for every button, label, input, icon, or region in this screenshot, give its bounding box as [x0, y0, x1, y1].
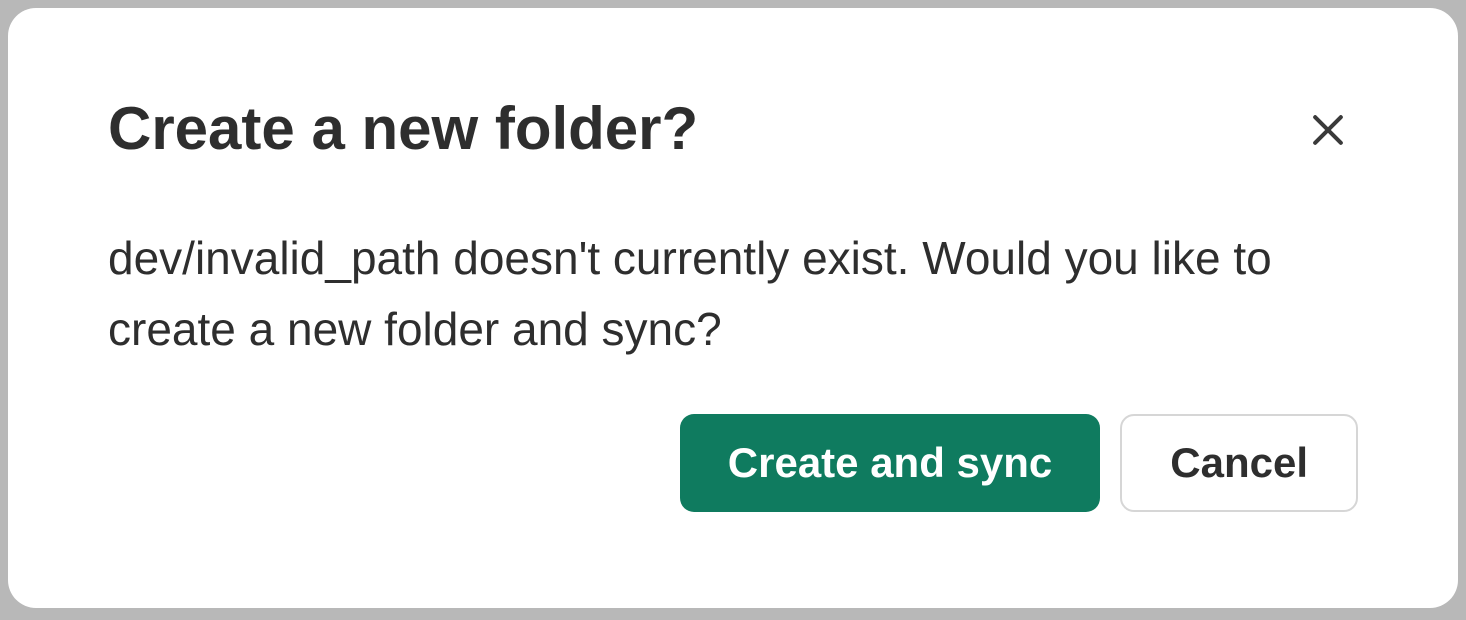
- close-button[interactable]: [1298, 100, 1358, 163]
- confirm-dialog: Create a new folder? dev/invalid_path do…: [8, 8, 1458, 608]
- create-and-sync-button[interactable]: Create and sync: [680, 414, 1100, 512]
- dialog-header: Create a new folder?: [108, 96, 1358, 163]
- close-icon: [1306, 108, 1350, 155]
- dialog-message: dev/invalid_path doesn't currently exist…: [108, 223, 1358, 366]
- dialog-footer: Create and sync Cancel: [108, 414, 1358, 512]
- cancel-button[interactable]: Cancel: [1120, 414, 1358, 512]
- dialog-title: Create a new folder?: [108, 96, 698, 162]
